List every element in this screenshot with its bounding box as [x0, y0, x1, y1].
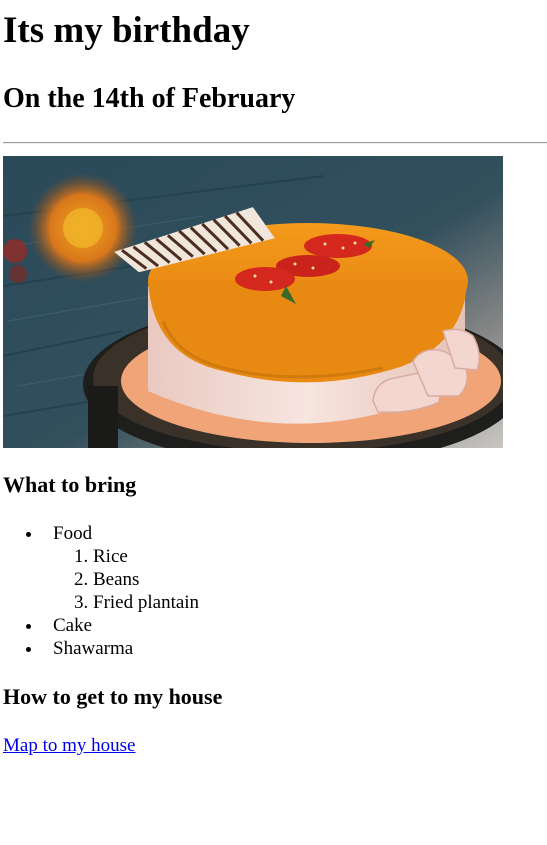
food-sublist: Rice Beans Fried plantain	[53, 545, 547, 614]
list-item-shawarma: Shawarma	[43, 637, 547, 660]
list-item-label: Food	[53, 523, 93, 544]
map-link[interactable]: Map to my house	[3, 734, 135, 757]
divider	[3, 142, 547, 144]
page: Its my birthday On the 14th of February	[0, 0, 547, 757]
list-item-food: Food Rice Beans Fried plantain	[43, 522, 547, 614]
page-subtitle: On the 14th of February	[3, 83, 296, 114]
page-title: Its my birthday	[3, 10, 250, 51]
list-item: Fried plantain	[93, 591, 547, 614]
cake-image	[3, 156, 503, 448]
house-heading: How to get to my house	[3, 684, 223, 709]
bring-list: Food Rice Beans Fried plantain Cake Shaw…	[3, 522, 547, 660]
list-item-cake: Cake	[43, 614, 547, 637]
list-item: Beans	[93, 568, 547, 591]
list-item: Rice	[93, 545, 547, 568]
bring-heading: What to bring	[3, 472, 137, 497]
